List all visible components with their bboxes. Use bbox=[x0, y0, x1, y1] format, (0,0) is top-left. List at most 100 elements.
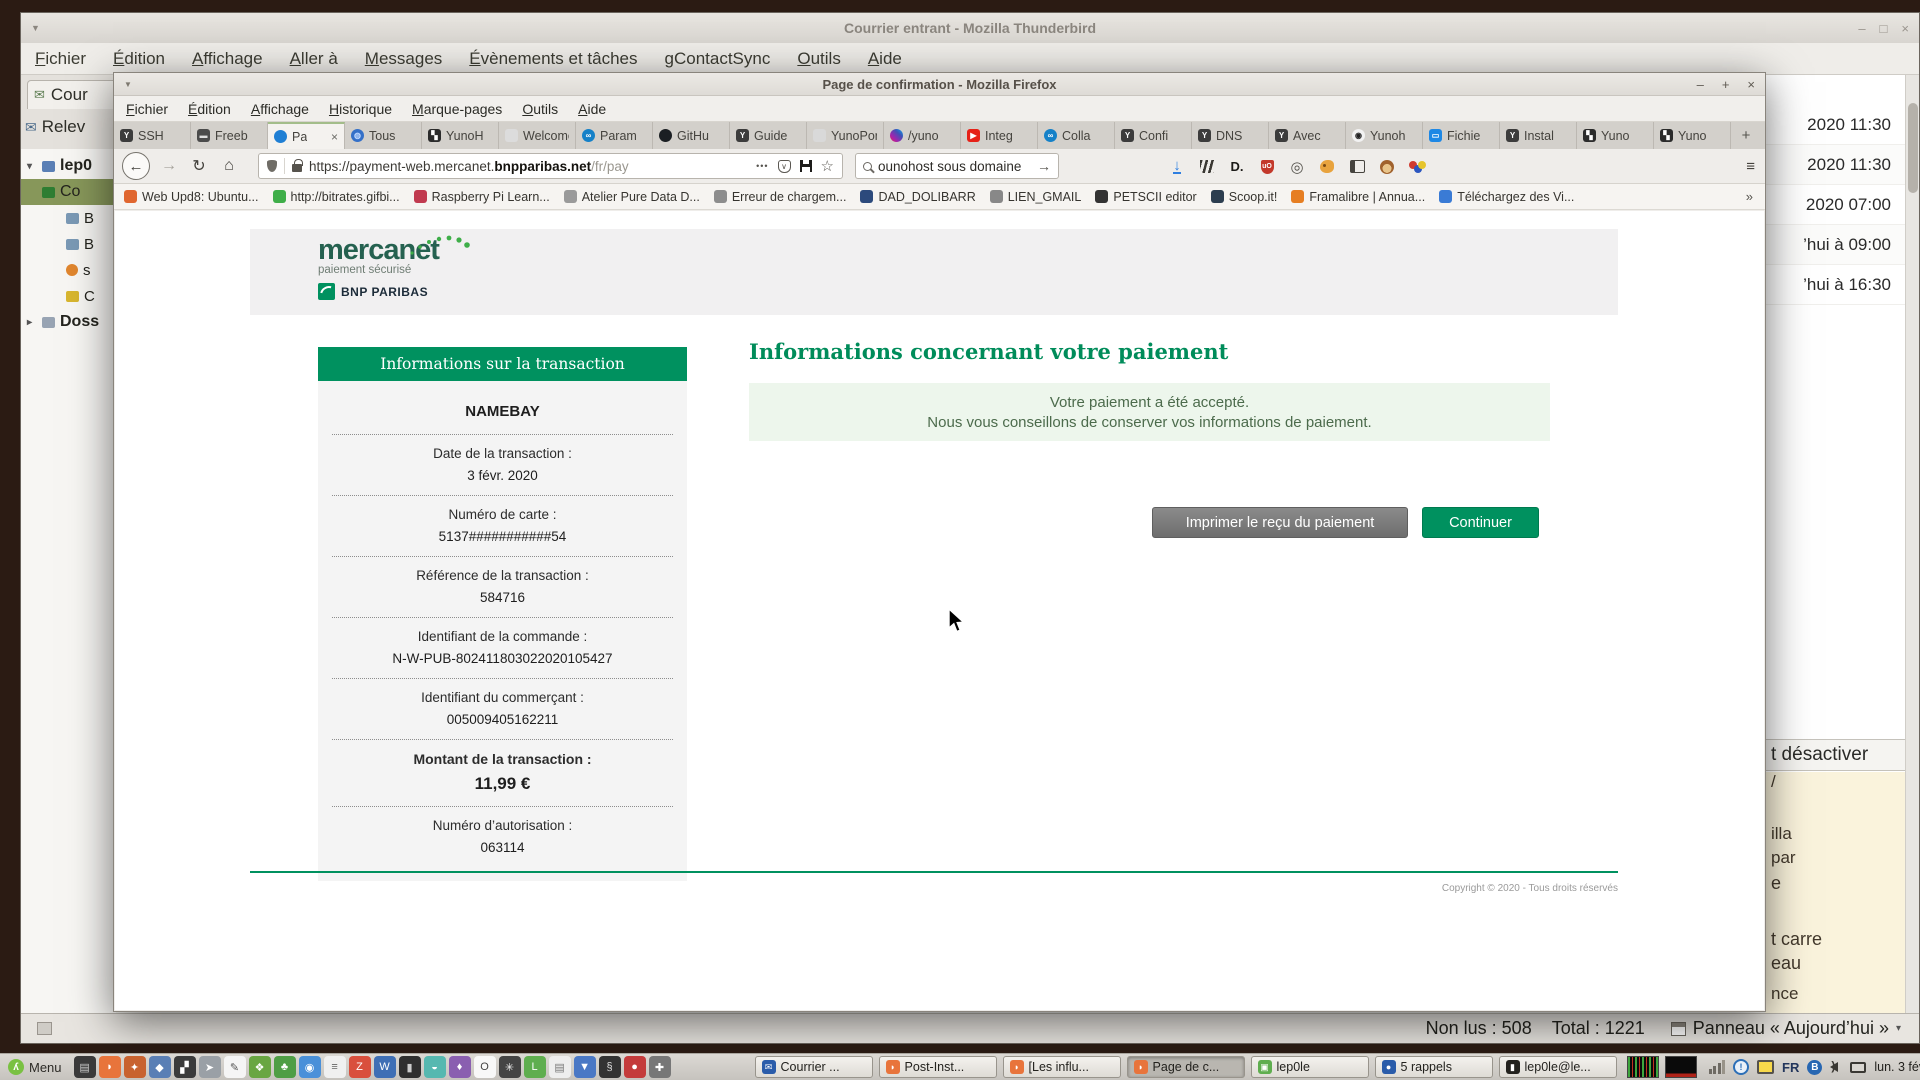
bookmark-star-icon[interactable]: ☆ bbox=[821, 157, 834, 175]
print-receipt-button[interactable]: Imprimer le reçu du paiement bbox=[1152, 507, 1408, 538]
bookmark-item[interactable]: Erreur de chargem... bbox=[714, 190, 847, 204]
today-panel-button[interactable]: Panneau « Aujourd’hui » ▾ bbox=[1671, 1018, 1909, 1039]
browser-tab[interactable]: YunoPorts × bbox=[807, 122, 884, 149]
home-button[interactable]: ⌂ bbox=[214, 152, 244, 180]
window-control-icon[interactable]: □ bbox=[1880, 21, 1888, 36]
browser-tab[interactable]: ◍ Tous × bbox=[345, 122, 422, 149]
signal-bars-icon[interactable] bbox=[1709, 1060, 1726, 1074]
browser-tab[interactable]: Y SSH × bbox=[114, 122, 191, 149]
juggler-icon[interactable] bbox=[1402, 161, 1432, 173]
message-list-scrollbar[interactable] bbox=[1905, 75, 1919, 1013]
browser-tab[interactable]: Y Guide × bbox=[730, 122, 807, 149]
bookmark-item[interactable]: Web Upd8: Ubuntu... bbox=[124, 190, 259, 204]
taskbar-window-button[interactable]: ◗ Post-Inst... bbox=[879, 1056, 997, 1078]
tab-close-icon[interactable]: × bbox=[331, 130, 338, 144]
firefox-menu-item[interactable]: Aide bbox=[578, 101, 606, 117]
page-actions-icon[interactable]: ••• bbox=[756, 161, 768, 171]
get-messages-button[interactable]: ✉ Relev bbox=[25, 117, 116, 137]
taskbar-app-icon[interactable]: ✳ bbox=[499, 1056, 521, 1078]
browser-tab[interactable]: /yuno × bbox=[884, 122, 961, 149]
search-input[interactable]: ounohost sous domaine bbox=[878, 159, 1031, 174]
thunderbird-menu-item[interactable]: Évènements et tâches bbox=[469, 49, 637, 69]
folder-item[interactable]: B bbox=[21, 231, 116, 257]
duckduckgo-icon[interactable]: D. bbox=[1222, 159, 1252, 174]
save-page-icon[interactable] bbox=[800, 160, 812, 172]
dog-icon[interactable] bbox=[1312, 160, 1342, 173]
lock-icon[interactable] bbox=[292, 164, 302, 172]
browser-tab[interactable]: Y Confi × bbox=[1115, 122, 1192, 149]
url-bar[interactable]: https://payment-web.mercanet.bnpparibas.… bbox=[258, 153, 843, 179]
folder-item[interactable]: B bbox=[21, 205, 116, 231]
thunderbird-titlebar[interactable]: ▼ Courrier entrant - Mozilla Thunderbird… bbox=[21, 13, 1919, 43]
scrollbar-thumb[interactable] bbox=[1908, 103, 1918, 193]
folder-item[interactable]: ▾ lep0 bbox=[21, 153, 116, 179]
taskbar-app-icon[interactable]: ◆ bbox=[149, 1056, 171, 1078]
library-icon[interactable] bbox=[1192, 160, 1222, 173]
taskbar-app-icon[interactable]: ✎ bbox=[224, 1056, 246, 1078]
message-row[interactable]: 2020 07:00 bbox=[1765, 185, 1905, 225]
firefox-menu-item[interactable]: Marque-pages bbox=[412, 101, 502, 117]
thunderbird-menu-item[interactable]: Aide bbox=[868, 49, 902, 69]
net-graph-icon[interactable] bbox=[1665, 1056, 1697, 1078]
bookmark-item[interactable]: DAD_DOLIBARR bbox=[860, 190, 975, 204]
taskbar-app-icon[interactable]: ♦ bbox=[449, 1056, 471, 1078]
taskbar-app-icon[interactable]: ▞ bbox=[174, 1056, 196, 1078]
download-icon[interactable]: ↓ bbox=[1162, 160, 1192, 174]
thunderbird-menu-item[interactable]: gContactSync bbox=[665, 49, 771, 69]
browser-tab[interactable]: Y Avec × bbox=[1269, 122, 1346, 149]
ublock-icon[interactable]: uO bbox=[1252, 160, 1282, 174]
firefox-menu-item[interactable]: Historique bbox=[329, 101, 392, 117]
taskbar-window-button[interactable]: ✉ Courrier ... bbox=[755, 1056, 873, 1078]
target-icon[interactable]: ◎ bbox=[1282, 158, 1312, 176]
bookmarks-overflow-icon[interactable]: » bbox=[1746, 189, 1753, 204]
taskbar-app-icon[interactable]: ▤ bbox=[549, 1056, 571, 1078]
bookmark-item[interactable]: http://bitrates.gifbi... bbox=[273, 190, 400, 204]
bookmark-item[interactable]: LIEN_GMAIL bbox=[990, 190, 1082, 204]
browser-tab[interactable]: Pa × bbox=[268, 122, 345, 149]
taskbar-app-icon[interactable]: ▼ bbox=[574, 1056, 596, 1078]
thunderbird-menu-item[interactable]: Fichier bbox=[35, 49, 86, 69]
browser-tab[interactable]: GitHu × bbox=[653, 122, 730, 149]
folder-item[interactable]: ▸ Doss bbox=[21, 309, 116, 335]
menu-icon[interactable]: ≡ bbox=[1746, 149, 1755, 184]
battery-icon[interactable] bbox=[1850, 1062, 1866, 1073]
taskbar-app-icon[interactable]: ● bbox=[624, 1056, 646, 1078]
volume-icon[interactable] bbox=[1830, 1062, 1838, 1072]
taskbar-window-button[interactable]: ◗ Page de c... bbox=[1127, 1056, 1245, 1078]
taskbar-window-button[interactable]: ▣ lep0le bbox=[1251, 1056, 1369, 1078]
browser-tab[interactable]: ▚ Yuno × bbox=[1654, 122, 1731, 149]
firefox-menu-item[interactable]: Outils bbox=[522, 101, 558, 117]
bookmark-item[interactable]: PETSCII editor bbox=[1095, 190, 1196, 204]
taskbar-app-icon[interactable]: W bbox=[374, 1056, 396, 1078]
message-row[interactable]: ’hui à 16:30 bbox=[1765, 265, 1905, 305]
window-control-icon[interactable]: + bbox=[1722, 77, 1730, 92]
search-bar[interactable]: ounohost sous domaine → bbox=[855, 153, 1059, 179]
message-row[interactable]: 2020 11:30 bbox=[1765, 145, 1905, 185]
browser-tab[interactable]: Y DNS × bbox=[1192, 122, 1269, 149]
taskbar-app-icon[interactable]: § bbox=[599, 1056, 621, 1078]
new-tab-button[interactable]: + bbox=[1731, 122, 1761, 149]
twisty-icon[interactable]: ▸ bbox=[27, 317, 37, 328]
browser-tab[interactable]: ◉ Yunoh × bbox=[1346, 122, 1423, 149]
browser-tab[interactable]: ▚ YunoH × bbox=[422, 122, 499, 149]
folder-item[interactable]: s bbox=[21, 257, 116, 283]
bookmark-item[interactable]: Atelier Pure Data D... bbox=[564, 190, 700, 204]
browser-tab[interactable]: Welcome × bbox=[499, 122, 576, 149]
taskbar-window-button[interactable]: ▮ lep0le@le... bbox=[1499, 1056, 1617, 1078]
browser-tab[interactable]: ∞ Param × bbox=[576, 122, 653, 149]
window-control-icon[interactable]: – bbox=[1697, 77, 1704, 92]
bookmark-item[interactable]: Framalibre | Annua... bbox=[1291, 190, 1425, 204]
display-settings-icon[interactable] bbox=[1757, 1060, 1774, 1074]
browser-tab[interactable]: ▚ Yuno × bbox=[1577, 122, 1654, 149]
message-row[interactable]: 2020 11:30 bbox=[1765, 105, 1905, 145]
window-control-icon[interactable]: × bbox=[1901, 21, 1909, 36]
forward-button[interactable]: → bbox=[154, 152, 184, 180]
start-menu-button[interactable]: ʎ Menu bbox=[4, 1056, 70, 1079]
browser-tab[interactable]: ▶ Integ × bbox=[961, 122, 1038, 149]
window-control-icon[interactable]: × bbox=[1747, 77, 1755, 92]
firefox-menu-item[interactable]: Affichage bbox=[251, 101, 309, 117]
taskbar-app-icon[interactable]: ≡ bbox=[324, 1056, 346, 1078]
taskbar-app-icon[interactable]: ♣ bbox=[274, 1056, 296, 1078]
taskbar-app-icon[interactable]: ✦ bbox=[124, 1056, 146, 1078]
folder-item[interactable]: Co bbox=[21, 179, 116, 205]
